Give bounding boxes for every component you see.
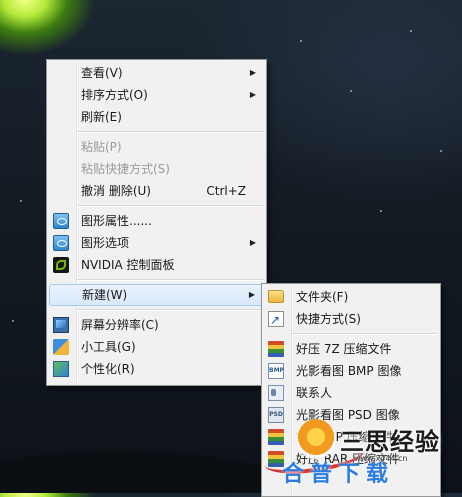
watermark-download-text: 合普下载: [282, 462, 395, 487]
submenu-arrow-icon: ▶: [249, 68, 256, 77]
menu-separator: [77, 309, 264, 311]
menu-item-gadgets[interactable]: 小工具(G): [49, 336, 264, 358]
new-bmp-image-label: 光影看图 BMP 图像: [296, 364, 402, 378]
screen-resolution-icon: [53, 317, 69, 333]
watermark: 三思经验 www.x444.cn 合普下载: [262, 414, 442, 490]
watermark-title: 三思经验: [340, 428, 440, 456]
menu-separator: [77, 279, 264, 281]
new-contact-item[interactable]: 联系人: [264, 382, 438, 404]
menu-item-gadgets-label: 小工具(G): [81, 340, 136, 354]
new-contact-label: 联系人: [296, 386, 333, 400]
shortcut-icon: [268, 309, 284, 331]
new-folder-item[interactable]: 文件夹(F): [264, 286, 438, 308]
submenu-arrow-icon: ▶: [249, 90, 256, 99]
menu-item-new[interactable]: 新建(W) ▶: [49, 284, 264, 306]
menu-item-paste-label: 粘贴(P): [81, 140, 122, 154]
new-7z-archive-label: 好压 7Z 压缩文件: [296, 342, 392, 356]
menu-item-graphics-properties[interactable]: 图形属性......: [49, 210, 264, 232]
gadgets-icon: [53, 339, 69, 355]
menu-item-graphics-options-label: 图形选项: [81, 236, 130, 250]
menu-item-new-label: 新建(W): [82, 288, 128, 302]
menu-item-personalize-label: 个性化(R): [81, 362, 135, 376]
new-folder-label: 文件夹(F): [296, 290, 349, 304]
menu-item-undo-delete[interactable]: 撤消 删除(U) Ctrl+Z: [49, 180, 264, 202]
menu-item-nvidia-control-panel[interactable]: NVIDIA 控制面板: [49, 254, 264, 276]
menu-item-paste-shortcut: 粘贴快捷方式(S): [49, 158, 264, 180]
menu-item-undo-shortcut: Ctrl+Z: [206, 184, 246, 198]
menu-separator: [77, 205, 264, 207]
new-shortcut-item[interactable]: 快捷方式(S): [264, 308, 438, 331]
new-bmp-image-item[interactable]: BMP 光影看图 BMP 图像: [264, 360, 438, 382]
menu-item-screen-resolution-label: 屏幕分辨率(C): [81, 318, 159, 332]
contact-icon: [268, 385, 284, 401]
menu-item-refresh-label: 刷新(E): [81, 110, 122, 124]
intel-graphics-icon: [53, 235, 69, 251]
archive-icon: [268, 341, 284, 357]
menu-item-nvidia-label: NVIDIA 控制面板: [81, 258, 175, 272]
submenu-arrow-icon: ▶: [248, 290, 255, 299]
menu-item-undo-delete-label: 撤消 删除(U): [81, 184, 151, 198]
new-shortcut-label: 快捷方式(S): [296, 312, 361, 326]
menu-item-view-label: 查看(V): [81, 66, 123, 80]
menu-item-refresh[interactable]: 刷新(E): [49, 106, 264, 128]
new-7z-archive-item[interactable]: 好压 7Z 压缩文件: [264, 338, 438, 360]
menu-item-paste-shortcut-label: 粘贴快捷方式(S): [81, 162, 170, 176]
folder-icon: [268, 290, 284, 303]
menu-item-sort-by[interactable]: 排序方式(O) ▶: [49, 84, 264, 106]
menu-separator: [292, 333, 438, 335]
intel-graphics-icon: [53, 213, 69, 229]
menu-item-graphics-options[interactable]: 图形选项 ▶: [49, 232, 264, 254]
menu-item-personalize[interactable]: 个性化(R): [49, 358, 264, 380]
menu-item-sort-by-label: 排序方式(O): [81, 88, 148, 102]
submenu-arrow-icon: ▶: [249, 238, 256, 247]
menu-item-screen-resolution[interactable]: 屏幕分辨率(C): [49, 314, 264, 336]
menu-separator: [77, 131, 264, 133]
personalize-icon: [53, 361, 69, 377]
menu-item-view[interactable]: 查看(V) ▶: [49, 62, 264, 84]
watermark-logo-icon: [296, 419, 336, 459]
bmp-image-icon: BMP: [268, 363, 284, 379]
menu-item-graphics-properties-label: 图形属性......: [81, 214, 152, 228]
desktop-context-menu: 查看(V) ▶ 排序方式(O) ▶ 刷新(E) 粘贴(P) 粘贴快捷方式(S) …: [46, 59, 267, 386]
nvidia-icon: [53, 257, 69, 273]
menu-item-paste: 粘贴(P): [49, 136, 264, 158]
